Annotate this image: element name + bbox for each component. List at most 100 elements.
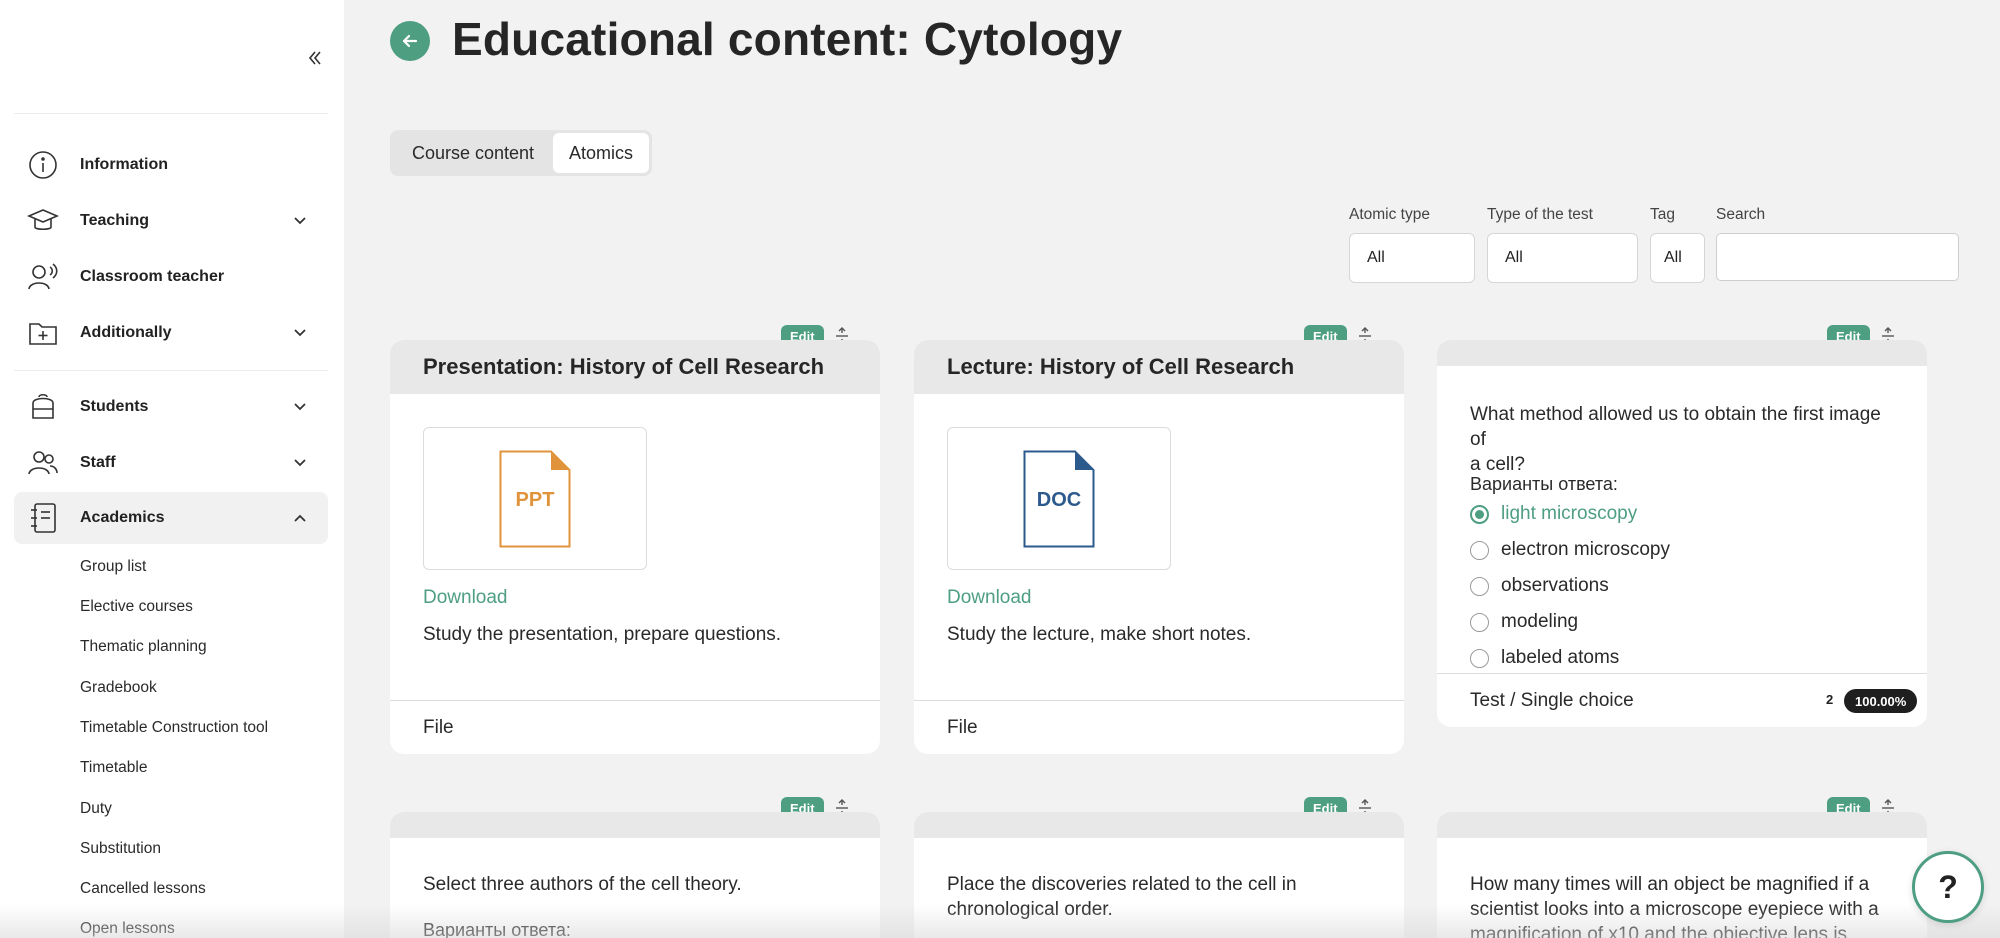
answer-option[interactable]: observations — [1470, 574, 1609, 598]
sidebar-item-staff[interactable]: Staff — [14, 437, 328, 489]
test-type-label: Type of the test — [1487, 206, 1593, 223]
sidebar-subitem-elective-courses[interactable]: Elective courses — [80, 598, 193, 616]
question-text: How many times will an object be magnifi… — [1470, 872, 1900, 938]
tag-select[interactable]: All — [1650, 233, 1705, 283]
options-label: Варианты ответа: — [1470, 474, 1618, 494]
page-title: Educational content: Cytology — [452, 13, 1123, 65]
atomic-card-ordering: Place the discoveries related to the cel… — [914, 812, 1404, 938]
question-text: Place the discoveries related to the cel… — [947, 872, 1377, 922]
card-header — [1437, 812, 1927, 838]
backpack-icon — [26, 390, 60, 424]
answer-option[interactable]: light microscopy — [1470, 502, 1637, 526]
test-type-select[interactable]: All — [1487, 233, 1638, 283]
atomic-card-lecture: Lecture: History of Cell Research DOC Do… — [914, 340, 1404, 754]
back-button[interactable] — [390, 21, 430, 61]
download-link[interactable]: Download — [947, 587, 1032, 609]
tab-course-content[interactable]: Course content — [393, 133, 553, 173]
sidebar-subitem-gradebook[interactable]: Gradebook — [80, 679, 157, 697]
card-description: Study the lecture, make short notes. — [947, 624, 1252, 645]
radio — [1470, 576, 1489, 596]
card-header — [914, 812, 1404, 838]
ppt-file-thumbnail[interactable]: PPT — [423, 427, 647, 570]
file-ext-label: PPT — [516, 489, 555, 511]
question-line: What method allowed us to obtain the fir… — [1470, 404, 1881, 450]
card-title: Presentation: History of Cell Research — [390, 340, 880, 394]
chevron-down-icon — [290, 323, 310, 343]
doc-file-icon: DOC — [1023, 450, 1095, 547]
sidebar-subitem-timetable[interactable]: Timetable — [80, 759, 147, 777]
sidebar-subitem-cancelled-lessons[interactable]: Cancelled lessons — [80, 880, 206, 898]
sidebar-divider — [14, 370, 328, 371]
sidebar-item-label: Academics — [80, 509, 165, 526]
info-icon — [26, 148, 60, 182]
tab-atomics[interactable]: Atomics — [553, 133, 649, 173]
chevron-up-icon — [290, 508, 310, 528]
help-button[interactable]: ? — [1912, 851, 1984, 923]
sidebar-subitem-group-list[interactable]: Group list — [80, 558, 146, 576]
sidebar-subitem-thematic-planning[interactable]: Thematic planning — [80, 638, 207, 656]
download-link[interactable]: Download — [423, 587, 508, 609]
sidebar-item-additionally[interactable]: Additionally — [14, 307, 328, 359]
score-badge: 100.00% — [1844, 689, 1918, 713]
doc-file-thumbnail[interactable]: DOC — [947, 427, 1171, 570]
double-chevron-left-icon — [308, 51, 321, 65]
option-label: electron microscopy — [1501, 539, 1670, 560]
card-header — [1437, 340, 1927, 366]
question-text: What method allowed us to obtain the fir… — [1470, 402, 1900, 477]
question-text: Select three authors of the cell theory. — [423, 872, 853, 897]
ppt-file-icon: PPT — [499, 450, 571, 547]
option-label: light microscopy — [1501, 503, 1638, 524]
sidebar-item-information[interactable]: Information — [14, 139, 328, 191]
card-footer-type: File — [390, 700, 880, 754]
chevron-down-icon — [290, 397, 310, 417]
collapse-sidebar-button[interactable] — [300, 44, 330, 72]
question-line: chronological order. — [947, 899, 1113, 920]
card-description: Study the presentation, prepare question… — [423, 624, 782, 645]
atomic-card-numeric: How many times will an object be magnifi… — [1437, 812, 1927, 938]
question-line: scientist looks into a microscope eyepie… — [1470, 899, 1879, 920]
atomic-type-select[interactable]: All — [1349, 233, 1475, 283]
atomic-type-label: Atomic type — [1349, 206, 1430, 223]
question-line: magnification of x10 and the objective l… — [1470, 924, 1848, 938]
sidebar-item-academics[interactable]: Academics — [14, 492, 328, 544]
sidebar-subitem-duty[interactable]: Duty — [80, 800, 112, 818]
atomic-card-test: What method allowed us to obtain the fir… — [1437, 340, 1927, 727]
arrow-left-icon — [402, 34, 418, 48]
sidebar-item-label: Teaching — [80, 212, 150, 229]
option-label: modeling — [1501, 611, 1579, 632]
sidebar-subitem-substitution[interactable]: Substitution — [80, 840, 161, 858]
atomic-card-presentation: Presentation: History of Cell Research P… — [390, 340, 880, 754]
sidebar-item-classroom-teacher[interactable]: Classroom teacher — [14, 251, 328, 303]
notebook-icon — [26, 501, 60, 535]
sidebar-item-label: Students — [80, 398, 149, 415]
radio — [1470, 612, 1489, 632]
atomic-card-multiple-choice: Select three authors of the cell theory.… — [390, 812, 880, 938]
sidebar-item-teaching[interactable]: Teaching — [14, 195, 328, 247]
search-input[interactable] — [1716, 233, 1959, 281]
chevron-down-icon — [290, 211, 310, 231]
radio — [1470, 648, 1489, 668]
card-footer-type: File — [914, 700, 1404, 754]
sidebar-item-label: Additionally — [80, 324, 172, 341]
card-title: Lecture: History of Cell Research — [914, 340, 1404, 394]
search-label: Search — [1716, 206, 1766, 223]
radio — [1470, 540, 1489, 560]
card-header — [390, 812, 880, 838]
tag-label: Tag — [1650, 206, 1675, 223]
sidebar-item-students[interactable]: Students — [14, 381, 328, 433]
teacher-icon — [26, 260, 60, 294]
sidebar-item-label: Information — [80, 156, 168, 173]
people-icon — [26, 446, 60, 480]
answer-option[interactable]: electron microscopy — [1470, 538, 1670, 562]
attempts-count: 2 — [1826, 692, 1834, 707]
sidebar-subitem-timetable-construction-tool[interactable]: Timetable Construction tool — [80, 719, 268, 737]
file-ext-label: DOC — [1037, 489, 1081, 511]
option-label: observations — [1501, 575, 1609, 596]
radio-selected — [1470, 504, 1489, 524]
sidebar-subitem-open-lessons[interactable]: Open lessons — [80, 920, 175, 938]
question-line: How many times will an object be magnifi… — [1470, 874, 1870, 895]
card-footer-type: Test / Single choice — [1470, 689, 1634, 711]
answer-option[interactable]: labeled atoms — [1470, 646, 1619, 670]
sidebar: Information Teaching Classroom teacher A… — [0, 0, 344, 938]
answer-option[interactable]: modeling — [1470, 610, 1578, 634]
